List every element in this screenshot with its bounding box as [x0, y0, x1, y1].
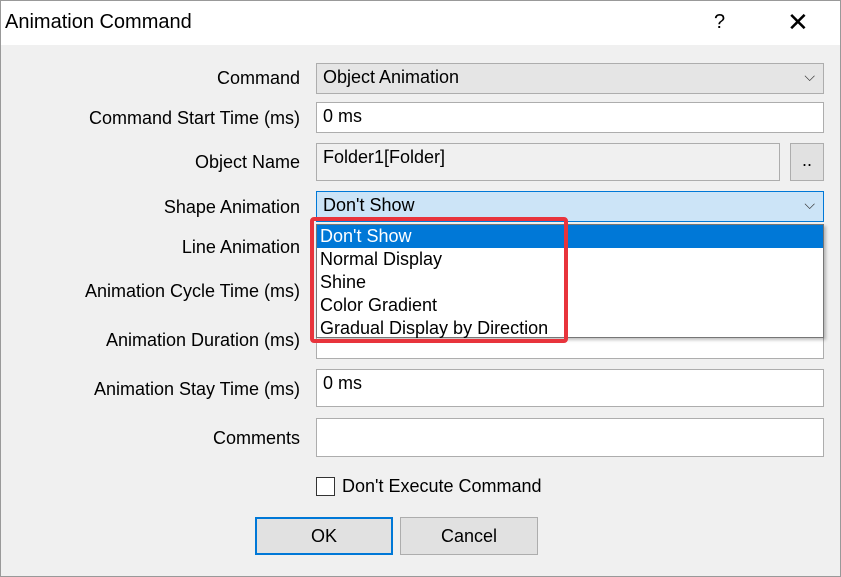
- start-time-label: Command Start Time (ms): [88, 108, 300, 128]
- shape-animation-value: Don't Show: [323, 195, 415, 215]
- command-value: Object Animation: [323, 67, 460, 87]
- command-label: Command: [216, 68, 300, 88]
- ok-button[interactable]: OK: [255, 517, 393, 555]
- start-time-input[interactable]: 0 ms: [316, 102, 824, 133]
- shape-animation-label: Shape Animation: [163, 197, 300, 217]
- title-bar: Animation Command ? ✕: [1, 1, 840, 45]
- dont-execute-label[interactable]: Don't Execute Command: [342, 476, 542, 497]
- animation-command-dialog: Animation Command ? ✕ Command Object Ani…: [0, 0, 841, 577]
- stay-time-input[interactable]: 0 ms: [316, 369, 824, 407]
- comments-label: Comments: [212, 428, 300, 448]
- line-animation-label: Line Animation: [181, 237, 300, 257]
- stay-time-label: Animation Stay Time (ms): [93, 379, 300, 399]
- command-select[interactable]: Object Animation ⌵: [316, 63, 824, 94]
- duration-label: Animation Duration (ms): [105, 330, 300, 350]
- comments-input[interactable]: [316, 418, 824, 457]
- cancel-button[interactable]: Cancel: [400, 517, 538, 555]
- object-name-label: Object Name: [194, 152, 300, 172]
- highlight-box: [310, 217, 568, 343]
- browse-object-button[interactable]: ..: [790, 143, 824, 181]
- close-icon[interactable]: ✕: [787, 7, 809, 37]
- window-title: Animation Command: [5, 11, 192, 33]
- chevron-down-icon: ⌵: [804, 196, 815, 212]
- dont-execute-checkbox[interactable]: [316, 477, 335, 496]
- help-icon[interactable]: ?: [714, 11, 725, 34]
- chevron-down-icon: ⌵: [804, 68, 815, 84]
- object-name-field: Folder1[Folder]: [316, 143, 780, 181]
- cycle-time-label: Animation Cycle Time (ms): [84, 281, 300, 301]
